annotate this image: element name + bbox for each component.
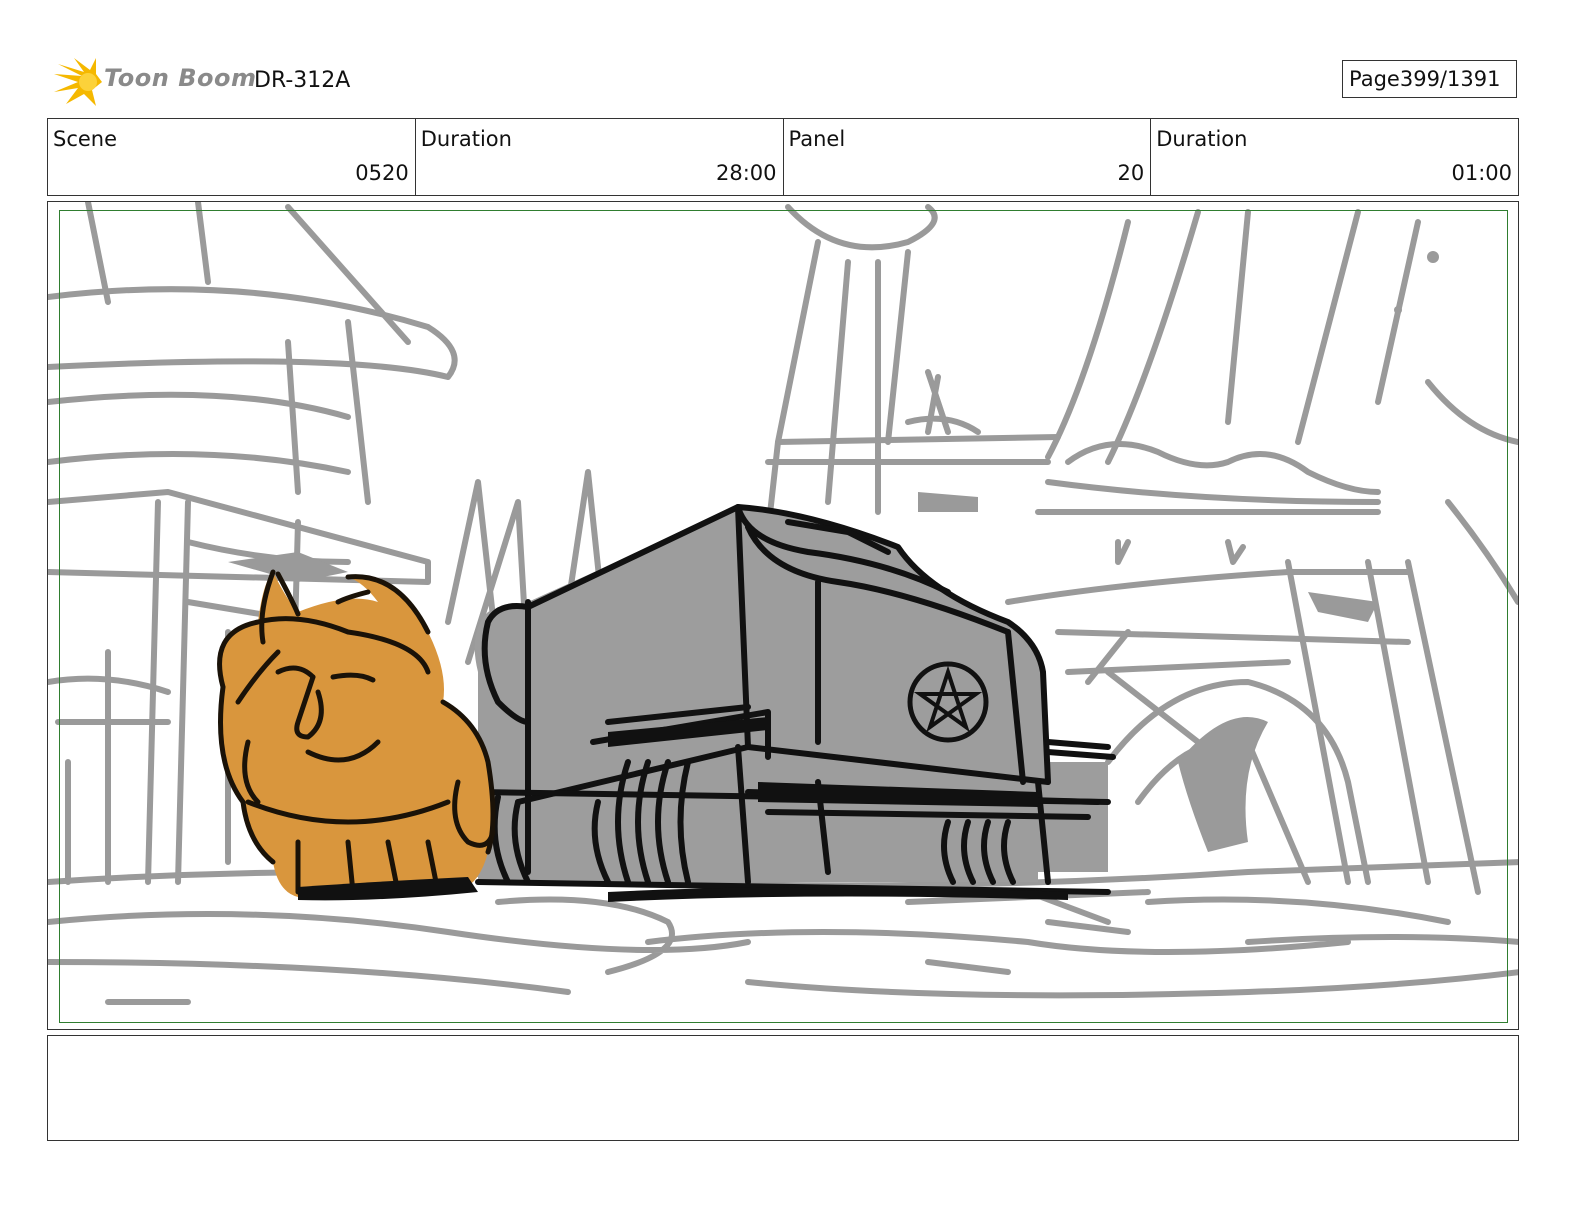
scene-duration-label: Duration <box>420 127 512 151</box>
panel-label: Panel <box>788 127 846 151</box>
page-number: 399/1391 <box>1399 67 1501 91</box>
panel-duration-value: 01:00 <box>1451 161 1512 185</box>
scene-duration-value: 28:00 <box>715 161 777 185</box>
page-label: Page <box>1349 67 1400 91</box>
scene-cell: Scene 0520 <box>48 119 416 195</box>
storyboard-panel <box>47 201 1519 1030</box>
scene-duration-cell: Duration 28:00 <box>416 119 784 195</box>
panel-duration-label: Duration <box>1156 127 1248 151</box>
scene-label: Scene <box>53 127 118 151</box>
scene-value: 0520 <box>355 161 409 185</box>
panel-info-table: Scene 0520 Duration 28:00 Panel 20 Durat… <box>47 118 1519 196</box>
storyboard-sketch <box>48 202 1518 1005</box>
production-id: DR-312A <box>254 68 351 93</box>
page-indicator: Page 399/1391 <box>1342 60 1517 98</box>
machine-drawing <box>474 504 1116 895</box>
panel-notes-box <box>47 1035 1519 1141</box>
brand-name: Toon Boom <box>104 64 257 92</box>
panel-duration-cell: Duration 01:00 <box>1151 119 1518 195</box>
panel-cell: Panel 20 <box>784 119 1152 195</box>
creature-drawing <box>217 569 496 901</box>
panel-value: 20 <box>1117 161 1145 185</box>
